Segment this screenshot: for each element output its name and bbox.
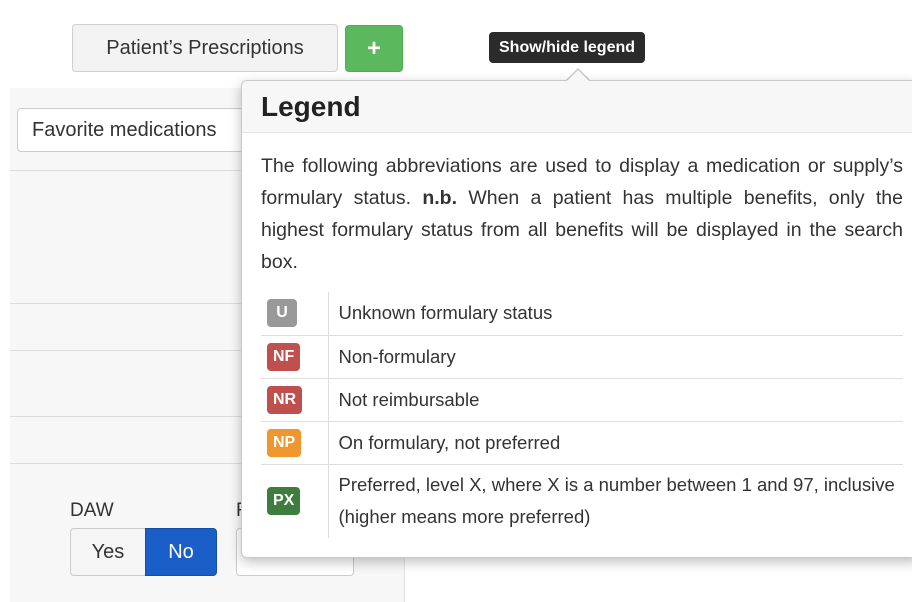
daw-no-button[interactable]: No: [145, 528, 217, 576]
legend-badge-cell: NP: [261, 420, 329, 464]
legend-popover: Legend The following abbreviations are u…: [241, 80, 912, 558]
legend-row: NF Non-formulary: [261, 334, 903, 378]
legend-row: PX Preferred, level X, where X is a numbe…: [261, 463, 903, 538]
legend-row: NR Not reimbursable: [261, 377, 903, 421]
add-button[interactable]: +: [345, 25, 403, 72]
formulary-status-badge: NP: [267, 428, 302, 457]
legend-popover-header: Legend: [242, 81, 912, 133]
formulary-status-badge: NR: [267, 385, 303, 414]
legend-description-cell: Unknown formulary status: [338, 302, 553, 324]
popover-arrow-inner: [566, 70, 590, 82]
show-hide-legend-tooltip: Show/hide legend: [489, 32, 646, 63]
legend-popover-body: The following abbreviations are used to …: [242, 133, 912, 538]
daw-yes-button[interactable]: Yes: [70, 528, 146, 576]
legend-row: U Unknown formulary status: [261, 292, 903, 335]
legend-description-cell: Not reimbursable: [328, 377, 903, 421]
legend-badge-cell: PX: [261, 463, 329, 538]
patients-prescriptions-button[interactable]: Patient’s Prescriptions: [72, 24, 338, 72]
legend-title: Legend: [261, 90, 361, 122]
legend-description-cell: Preferred, level X, where X is a number …: [328, 463, 903, 538]
legend-description-nb: n.b.: [422, 187, 457, 209]
daw-label: DAW: [70, 500, 114, 521]
legend-description: The following abbreviations are used to …: [261, 150, 903, 278]
formulary-status-badge: PX: [267, 487, 301, 516]
legend-row: NP On formulary, not preferred: [261, 420, 903, 464]
legend-description-cell: On formulary, not preferred: [328, 420, 903, 464]
legend-badge-cell: NF: [261, 334, 329, 378]
favorite-medications-select[interactable]: Favorite medications: [17, 108, 257, 152]
formulary-status-badge: NF: [267, 342, 301, 371]
legend-description-cell: Non-formulary: [328, 334, 903, 378]
legend-table: U Unknown formulary status NF Non-formulary…: [261, 292, 903, 538]
formulary-status-badge: U: [267, 299, 297, 328]
legend-badge-cell: U: [261, 292, 329, 335]
legend-badge-cell: NR: [261, 377, 329, 421]
favorite-medications-value: Favorite medications: [32, 118, 217, 141]
